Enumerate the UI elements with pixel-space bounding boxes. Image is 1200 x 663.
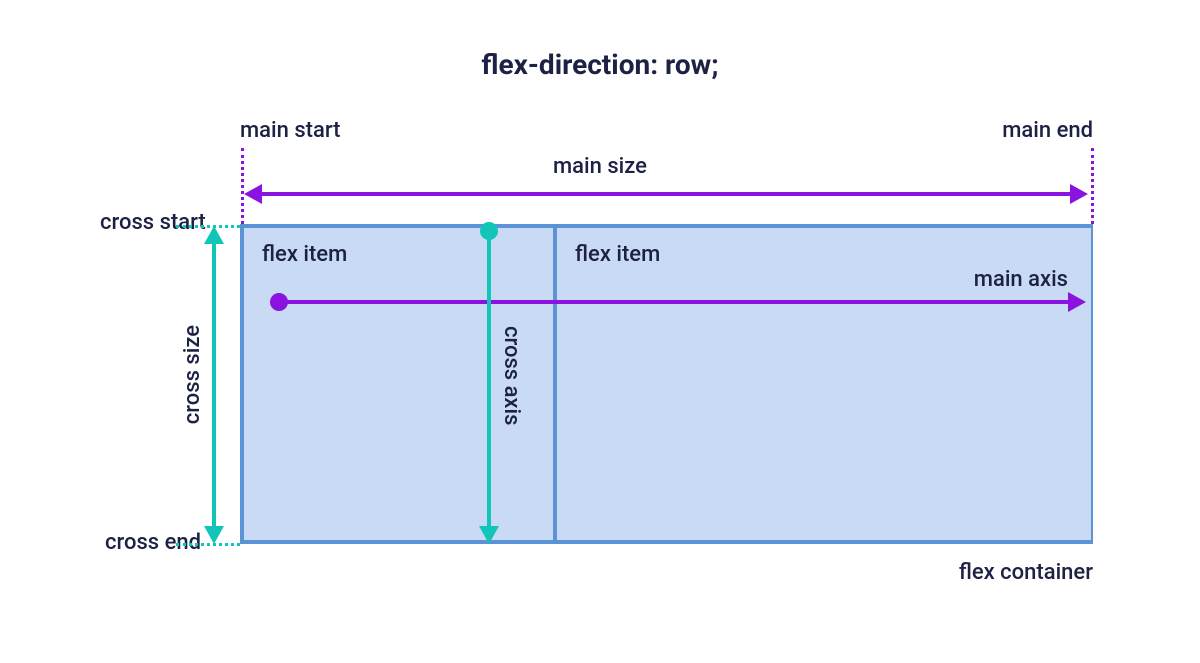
main-axis-bar (278, 300, 1070, 304)
label-main-size: main size (0, 154, 1200, 179)
label-main-end: main end (1002, 118, 1093, 143)
diagram-stage: flex-direction: row; main start main end… (0, 0, 1200, 663)
label-main-axis: main axis (974, 267, 1068, 292)
arrow-down-icon (204, 526, 224, 544)
flex-item-label: flex item (575, 242, 660, 267)
page-title: flex-direction: row; (0, 48, 1200, 81)
cross-axis-bar (487, 232, 491, 531)
guide-main-end (1091, 148, 1094, 224)
arrow-down-icon (479, 526, 499, 544)
arrow-right-icon (1070, 184, 1088, 204)
flex-item-label: flex item (262, 242, 347, 267)
arrow-up-icon (204, 226, 224, 244)
arrow-left-icon (244, 184, 262, 204)
label-cross-axis: cross axis (499, 326, 524, 425)
label-main-start: main start (240, 118, 341, 143)
label-flex-container: flex container (959, 560, 1093, 585)
label-cross-start: cross start (100, 210, 206, 235)
cross-size-bar (212, 236, 216, 532)
arrow-right-icon (1068, 292, 1086, 312)
label-cross-size: cross size (180, 325, 205, 424)
flex-container-box: flex item flex item (240, 224, 1093, 544)
main-size-bar (252, 192, 1078, 196)
